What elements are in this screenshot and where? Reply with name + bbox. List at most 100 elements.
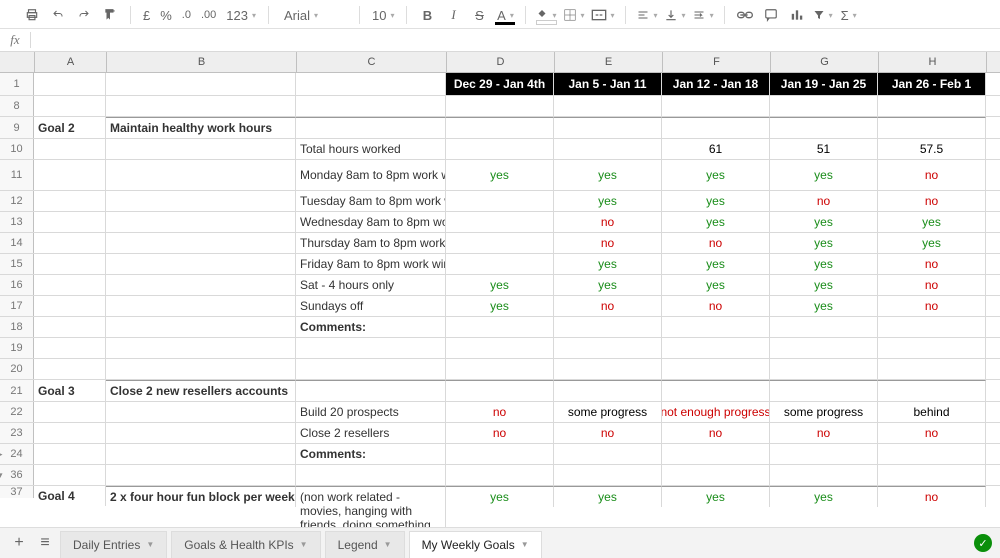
font-size-dropdown[interactable]: 10 <box>368 5 398 25</box>
cell[interactable] <box>34 275 106 295</box>
cell[interactable] <box>34 73 106 95</box>
column-header[interactable]: A <box>35 52 107 72</box>
cell[interactable]: Maintain healthy work hours <box>106 117 296 138</box>
h-align-dropdown[interactable] <box>634 5 660 25</box>
cell[interactable]: yes <box>878 212 986 232</box>
column-header[interactable]: D <box>447 52 555 72</box>
cell[interactable] <box>878 444 986 464</box>
chevron-down-icon[interactable]: ▼ <box>146 540 154 549</box>
cell[interactable] <box>446 317 554 337</box>
cell[interactable]: no <box>662 233 770 253</box>
cell[interactable] <box>34 338 106 358</box>
cell[interactable]: yes <box>554 486 662 507</box>
cell[interactable]: no <box>878 275 986 295</box>
cell[interactable]: Wednesday 8am to 8pm wor <box>296 212 446 232</box>
fill-color-dropdown[interactable] <box>534 5 558 25</box>
insert-link-icon[interactable] <box>733 5 757 25</box>
cell[interactable] <box>446 359 554 379</box>
cell[interactable]: yes <box>770 160 878 190</box>
cell[interactable]: no <box>878 160 986 190</box>
cell[interactable] <box>662 317 770 337</box>
cell[interactable]: yes <box>554 275 662 295</box>
cell[interactable] <box>296 117 446 138</box>
cell[interactable] <box>770 317 878 337</box>
row-number[interactable]: 8 <box>0 96 34 116</box>
cell[interactable]: 61 <box>662 139 770 159</box>
cell[interactable]: Friday 8am to 8pm work win <box>296 254 446 274</box>
cell[interactable] <box>554 465 662 485</box>
cell[interactable] <box>106 254 296 274</box>
column-header[interactable]: C <box>297 52 447 72</box>
cell[interactable] <box>554 96 662 116</box>
cell[interactable] <box>34 423 106 443</box>
cell[interactable]: yes <box>446 160 554 190</box>
cell[interactable]: Dec 29 - Jan 4th <box>446 73 554 95</box>
number-format-dropdown[interactable]: 123 <box>222 5 260 25</box>
text-color-dropdown[interactable]: A <box>493 5 517 25</box>
row-number[interactable]: 11 <box>0 160 34 190</box>
cell[interactable]: yes <box>770 275 878 295</box>
row-number[interactable]: 13 <box>0 212 34 232</box>
cell[interactable] <box>106 359 296 379</box>
cell[interactable] <box>446 212 554 232</box>
cell[interactable] <box>34 402 106 422</box>
cell[interactable] <box>296 380 446 401</box>
cell[interactable] <box>106 73 296 95</box>
functions-dropdown[interactable]: Σ <box>837 5 861 25</box>
cell[interactable] <box>446 233 554 253</box>
cell[interactable]: no <box>446 423 554 443</box>
cell[interactable] <box>106 160 296 190</box>
cell[interactable]: 2 x four hour fun block per week <box>106 486 296 507</box>
redo-icon[interactable] <box>72 5 96 25</box>
cell[interactable]: Sundays off <box>296 296 446 316</box>
cell[interactable] <box>554 359 662 379</box>
row-number[interactable]: 37 <box>0 486 34 498</box>
cell[interactable]: yes <box>554 191 662 211</box>
cell[interactable] <box>34 233 106 253</box>
cell[interactable]: yes <box>770 254 878 274</box>
filter-dropdown[interactable] <box>811 5 835 25</box>
row-number[interactable]: 20 <box>0 359 34 379</box>
cell[interactable]: no <box>878 296 986 316</box>
row-number[interactable]: 14 <box>0 233 34 253</box>
cell[interactable] <box>662 465 770 485</box>
formula-input[interactable] <box>31 29 1000 51</box>
chevron-down-icon[interactable]: ▼ <box>384 540 392 549</box>
cell[interactable]: yes <box>446 275 554 295</box>
cell[interactable] <box>662 117 770 138</box>
cell[interactable] <box>554 444 662 464</box>
cell[interactable] <box>34 212 106 232</box>
cell[interactable] <box>554 317 662 337</box>
cell[interactable] <box>878 359 986 379</box>
row-number[interactable]: 21 <box>0 380 34 401</box>
cell[interactable]: no <box>554 423 662 443</box>
v-align-dropdown[interactable] <box>662 5 688 25</box>
cell[interactable]: no <box>446 402 554 422</box>
sheet-tab[interactable]: Daily Entries▼ <box>60 531 167 558</box>
row-number[interactable]: 23 <box>0 423 34 443</box>
cell[interactable]: no <box>554 212 662 232</box>
cell[interactable] <box>446 254 554 274</box>
italic-button[interactable]: I <box>441 5 465 25</box>
cell[interactable] <box>446 380 554 401</box>
cell[interactable] <box>446 191 554 211</box>
cell[interactable]: Close 2 new resellers accounts <box>106 380 296 401</box>
cell[interactable] <box>106 296 296 316</box>
cell[interactable] <box>770 359 878 379</box>
column-header[interactable]: B <box>107 52 297 72</box>
cell[interactable] <box>106 444 296 464</box>
group-toggle-icon[interactable]: ▸ <box>0 449 3 460</box>
cell[interactable]: yes <box>770 212 878 232</box>
cell[interactable]: yes <box>770 486 878 507</box>
cell[interactable] <box>296 465 446 485</box>
cell[interactable] <box>34 465 106 485</box>
cell[interactable]: no <box>554 296 662 316</box>
cell[interactable] <box>296 338 446 358</box>
cell[interactable]: Comments: <box>296 317 446 337</box>
increase-decimal-button[interactable]: .00 <box>197 5 220 25</box>
cell[interactable]: some progress <box>554 402 662 422</box>
cell[interactable]: not enough progress <box>662 402 770 422</box>
cell[interactable]: yes <box>554 160 662 190</box>
row-number[interactable]: 19 <box>0 338 34 358</box>
row-number[interactable]: 10 <box>0 139 34 159</box>
